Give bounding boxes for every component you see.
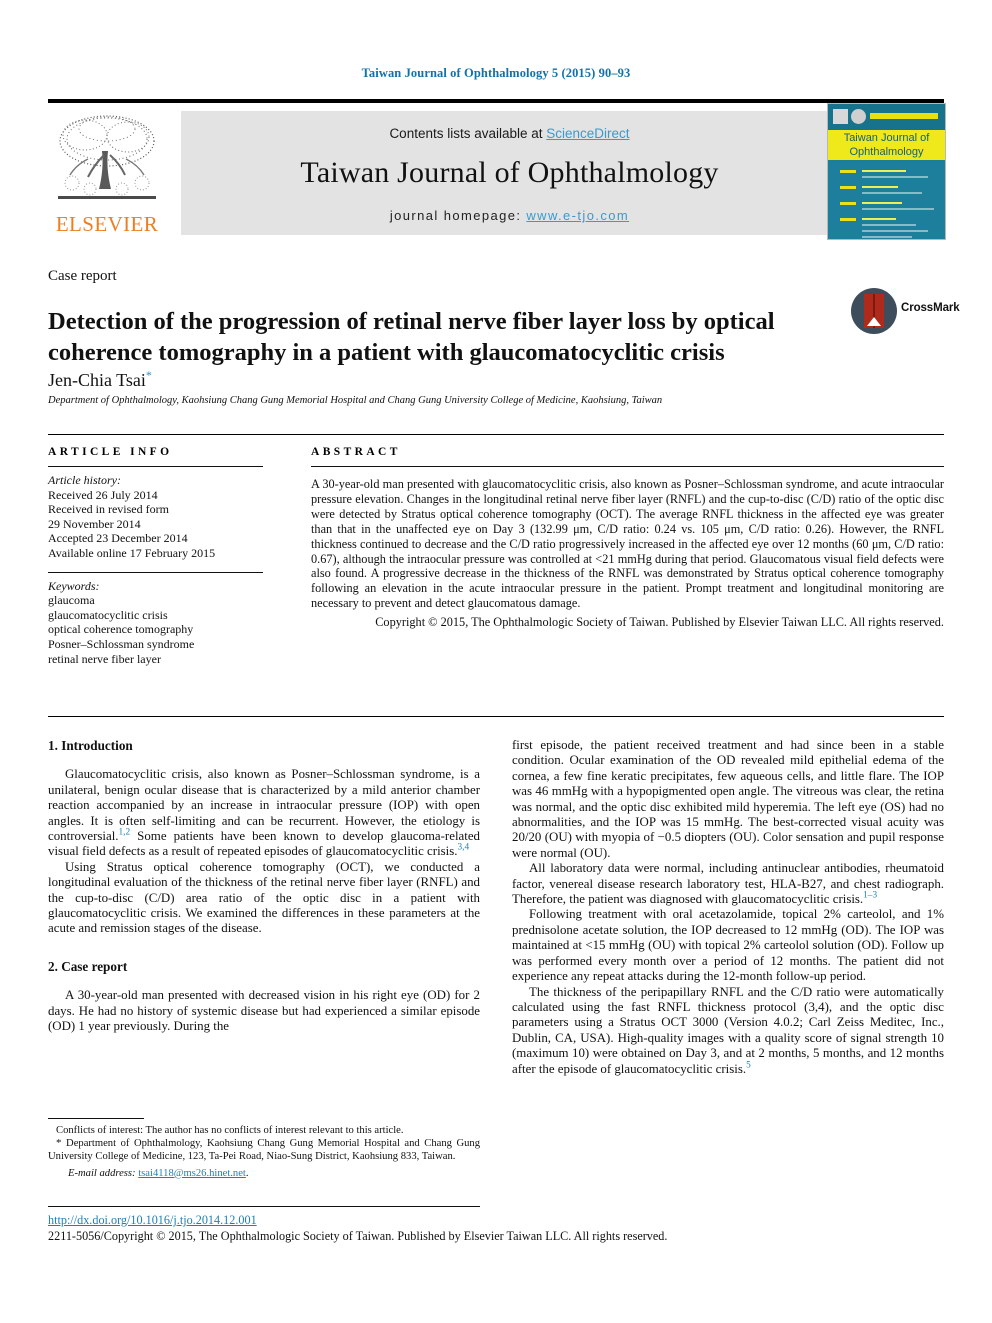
journal-homepage-line: journal homepage: www.e-tjo.com bbox=[181, 208, 838, 223]
corresponding-star-icon: * bbox=[56, 1137, 62, 1150]
citation-ref[interactable]: 3,4 bbox=[458, 843, 470, 853]
body-column-left: 1. Introduction Glaucomatocyclitic crisi… bbox=[48, 738, 480, 1035]
contents-prefix-text: Contents lists available at bbox=[389, 126, 547, 141]
keyword-item: Posner–Schlossman syndrome bbox=[48, 636, 195, 651]
footer-copyright: 2211-5056/Copyright © 2015, The Ophthalm… bbox=[48, 1229, 668, 1243]
case-paragraph-2: All laboratory data were normal, includi… bbox=[512, 861, 944, 907]
article-info-heading: ARTICLE INFO bbox=[48, 446, 173, 458]
author-name: Jen-Chia Tsai* bbox=[48, 368, 152, 391]
intro-paragraph-2: Using Stratus optical coherence tomograp… bbox=[48, 859, 480, 936]
history-item: 29 November 2014 bbox=[48, 516, 141, 531]
crossmark-badge[interactable]: CrossMark bbox=[851, 288, 960, 336]
footnote-email: E-mail address: tsai4118@ms26.hinet.net. bbox=[68, 1167, 249, 1179]
article-info-column: ARTICLE INFO Article history: Received 2… bbox=[48, 446, 263, 666]
infoblock-bottom-rule bbox=[48, 716, 944, 717]
masthead-top-rule bbox=[48, 99, 944, 103]
abstract-heading: ABSTRACT bbox=[311, 446, 401, 458]
cover-title-line2: Ophthalmology bbox=[849, 146, 924, 158]
citation-ref[interactable]: 5 bbox=[746, 1060, 751, 1070]
footnote-corresponding-text: Department of Ophthalmology, Kaohsiung C… bbox=[48, 1138, 480, 1163]
author-name-text: Jen-Chia Tsai bbox=[48, 370, 146, 390]
article-title: Detection of the progression of retinal … bbox=[48, 308, 775, 367]
journal-masthead: ELSEVIER Contents lists available at Sci… bbox=[48, 99, 946, 240]
email-address-label: E-mail address: bbox=[68, 1167, 136, 1179]
article-page: Taiwan Journal of Ophthalmology 5 (2015)… bbox=[0, 0, 992, 1323]
keywords-label: Keywords: bbox=[48, 578, 100, 593]
footnote-conflicts: Conflicts of interest: The author has no… bbox=[56, 1125, 404, 1136]
abstract-text: A 30-year-old man presented with glaucom… bbox=[311, 477, 944, 611]
abstract-column: ABSTRACT A 30-year-old man presented wit… bbox=[311, 446, 944, 630]
history-item: Received in revised form bbox=[48, 502, 169, 517]
case-paragraph-4: The thickness of the peripapillary RNFL … bbox=[512, 985, 944, 1077]
citation-ref[interactable]: 1–3 bbox=[863, 891, 877, 901]
keyword-item: glaucoma bbox=[48, 593, 95, 608]
heading-case-report: 2. Case report bbox=[48, 958, 128, 974]
keyword-item: glaucomatocyclitic crisis bbox=[48, 607, 168, 622]
intro-paragraph-1: Glaucomatocyclitic crisis, also known as… bbox=[48, 767, 480, 859]
body-column-right: first episode, the patient received trea… bbox=[512, 738, 944, 1077]
infoblock-top-rule bbox=[48, 434, 944, 435]
doi-link[interactable]: http://dx.doi.org/10.1016/j.tjo.2014.12.… bbox=[48, 1213, 257, 1228]
footer-rule bbox=[48, 1206, 480, 1207]
article-section-type: Case report bbox=[48, 268, 117, 284]
case-paragraph-3: Following treatment with oral acetazolam… bbox=[512, 907, 944, 984]
history-item: Received 26 July 2014 bbox=[48, 487, 158, 502]
abstract-copyright: Copyright © 2015, The Ophthalmologic Soc… bbox=[375, 615, 944, 630]
elsevier-wordmark: ELSEVIER bbox=[55, 212, 159, 236]
history-item: Accepted 23 December 2014 bbox=[48, 531, 188, 546]
cover-topbar-accent bbox=[870, 113, 938, 119]
elsevier-tree-icon bbox=[58, 115, 156, 199]
keyword-item: optical coherence tomography bbox=[48, 622, 194, 637]
cover-topbar bbox=[828, 104, 945, 130]
email-link[interactable]: tsai4118@ms26.hinet.net bbox=[138, 1168, 246, 1179]
crossmark-arrow-icon bbox=[867, 317, 881, 326]
keyword-item: retinal nerve fiber layer bbox=[48, 651, 161, 666]
contents-list-line: Contents lists available at ScienceDirec… bbox=[181, 126, 838, 141]
author-affiliation: Department of Ophthalmology, Kaohsiung C… bbox=[48, 395, 663, 406]
journal-title: Taiwan Journal of Ophthalmology bbox=[300, 156, 719, 189]
article-history-group: Article history: Received 26 July 2014 R… bbox=[48, 473, 263, 561]
citation-ref[interactable]: 1,2 bbox=[119, 828, 131, 838]
running-head: Taiwan Journal of Ophthalmology 5 (2015)… bbox=[361, 66, 631, 80]
abstract-divider bbox=[311, 466, 944, 467]
article-info-divider bbox=[48, 466, 263, 467]
right-p4-text: The thickness of the peripapillary RNFL … bbox=[512, 984, 944, 1076]
cover-logo-circle-icon bbox=[851, 109, 866, 124]
cover-contents-area bbox=[828, 162, 945, 239]
crossmark-label: CrossMark bbox=[901, 302, 960, 314]
journal-cover-thumbnail: Taiwan Journal of Ophthalmology bbox=[827, 103, 946, 240]
cover-title-line1: Taiwan Journal of bbox=[843, 132, 930, 144]
sciencedirect-link[interactable]: ScienceDirect bbox=[546, 126, 629, 141]
keywords-divider bbox=[48, 571, 263, 573]
journal-header-box: Contents lists available at ScienceDirec… bbox=[181, 111, 838, 235]
footnotes-block: Conflicts of interest: The author has no… bbox=[48, 1124, 480, 1180]
homepage-prefix-text: journal homepage: bbox=[389, 208, 527, 223]
corresponding-author-marker: * bbox=[145, 368, 152, 382]
case-paragraph-1: A 30-year-old man presented with decreas… bbox=[48, 988, 480, 1034]
heading-introduction: 1. Introduction bbox=[48, 738, 133, 753]
article-history-label: Article history: bbox=[48, 473, 121, 487]
elsevier-logo: ELSEVIER bbox=[48, 111, 166, 235]
journal-homepage-link[interactable]: www.e-tjo.com bbox=[526, 208, 629, 223]
history-item: Available online 17 February 2015 bbox=[48, 545, 216, 560]
footnote-corresponding: * Department of Ophthalmology, Kaohsiung… bbox=[48, 1137, 480, 1163]
right-p2-text: All laboratory data were normal, includi… bbox=[512, 861, 944, 907]
cover-logo-square-icon bbox=[833, 109, 848, 124]
keywords-group: Keywords: glaucoma glaucomatocyclitic cr… bbox=[48, 579, 263, 667]
cover-title-band: Taiwan Journal of Ophthalmology bbox=[828, 130, 945, 160]
footnote-rule bbox=[48, 1118, 144, 1119]
case-paragraph-continued: first episode, the patient received trea… bbox=[512, 738, 944, 860]
